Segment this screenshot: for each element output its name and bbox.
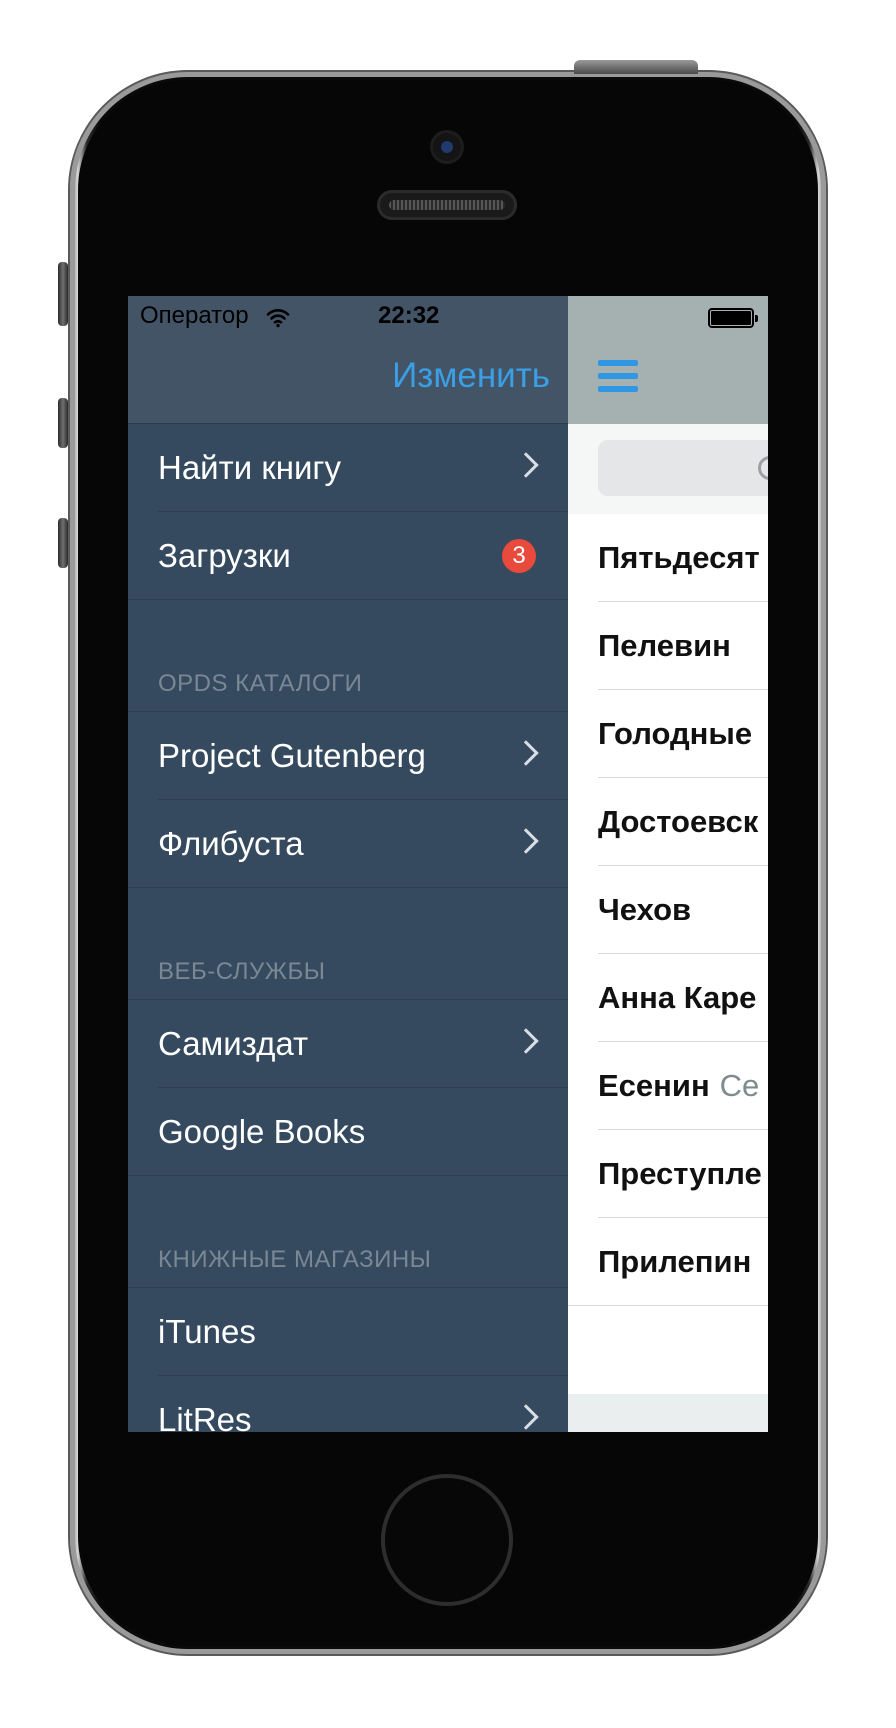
battery-icon [708,308,758,328]
edit-button[interactable]: Изменить [392,356,550,396]
menu-item-label: Флибуста [158,825,304,862]
list-item[interactable]: Пелевин [568,602,768,690]
book-list: Пятьдесят Пелевин Голодные Достоевск Чех… [568,514,768,1394]
carrier-label: Оператор [140,302,249,329]
menu-item-flibusta[interactable]: Флибуста [128,800,568,888]
home-button[interactable] [381,1474,513,1606]
menu-item-label: Project Gutenberg [158,737,426,774]
wifi-icon [266,309,290,328]
menu-item-itunes[interactable]: iTunes [128,1288,568,1376]
menu-item-google-books[interactable]: Google Books [128,1088,568,1176]
menu-item-label: LitRes [158,1401,252,1432]
list-item-title: Чехов [598,892,692,927]
list-item-title: Пелевин [598,628,731,663]
list-item[interactable]: Достоевск [568,778,768,866]
downloads-badge: 3 [502,539,536,573]
menu-item-label: Google Books [158,1113,366,1150]
menu-item-label: Загрузки [158,537,291,574]
section-header-bookstores: КНИЖНЫЕ МАГАЗИНЫ [158,1246,432,1273]
list-item-title: Голодные [598,716,753,751]
main-content: Пятьдесят Пелевин Голодные Достоевск Чех… [568,296,768,1432]
section-header-web-services: ВЕБ-СЛУЖБЫ [158,958,326,985]
side-menu-header: Оператор 22:32 Изменить [128,296,568,424]
earpiece-speaker [377,190,517,220]
chevron-right-icon [513,452,539,478]
list-item[interactable]: Есенин Се [568,1042,768,1130]
power-button [574,60,698,74]
list-item-title: Достоевск [598,804,759,839]
main-navigation-bar [568,296,768,424]
list-item[interactable]: Прилепин [568,1218,768,1306]
list-item-title: Есенин Се [598,1042,759,1130]
search-input[interactable] [598,440,768,496]
menu-item-find-book[interactable]: Найти книгу [128,424,568,512]
list-item[interactable]: Чехов [568,866,768,954]
menu-item-project-gutenberg[interactable]: Project Gutenberg [128,712,568,800]
menu-item-samizdat[interactable]: Самиздат [128,1000,568,1088]
list-item-subtitle: Се [719,1068,760,1103]
phone-screen: Пятьдесят Пелевин Голодные Достоевск Чех… [128,296,768,1432]
list-item-title: Анна Каре [598,980,757,1015]
chevron-right-icon [513,828,539,854]
front-camera [433,133,461,161]
list-item-title: Пятьдесят [598,540,760,575]
chevron-right-icon [513,740,539,766]
list-item[interactable]: Пятьдесят [568,514,768,602]
mute-switch [58,262,68,326]
volume-up-button [58,398,68,448]
list-item-title: Преступле [598,1156,762,1191]
section-header-opds: OPDS КАТАЛОГИ [158,670,363,697]
menu-item-label: Самиздат [158,1025,309,1062]
list-item[interactable]: Преступле [568,1130,768,1218]
chevron-right-icon [513,1028,539,1054]
volume-down-button [58,518,68,568]
menu-item-label: Найти книгу [158,449,341,486]
list-item[interactable]: Анна Каре [568,954,768,1042]
hamburger-menu-icon[interactable] [598,360,638,392]
menu-item-downloads[interactable]: Загрузки 3 [128,512,568,600]
menu-item-label: iTunes [158,1313,256,1350]
list-item-title: Прилепин [598,1244,752,1279]
chevron-right-icon [513,1404,539,1430]
menu-item-litres[interactable]: LitRes [128,1376,568,1432]
status-time: 22:32 [378,302,440,329]
list-item-author: Есенин [598,1068,710,1103]
list-item[interactable]: Голодные [568,690,768,778]
side-menu: Оператор 22:32 Изменить Найти книгу Загр… [128,296,568,1432]
